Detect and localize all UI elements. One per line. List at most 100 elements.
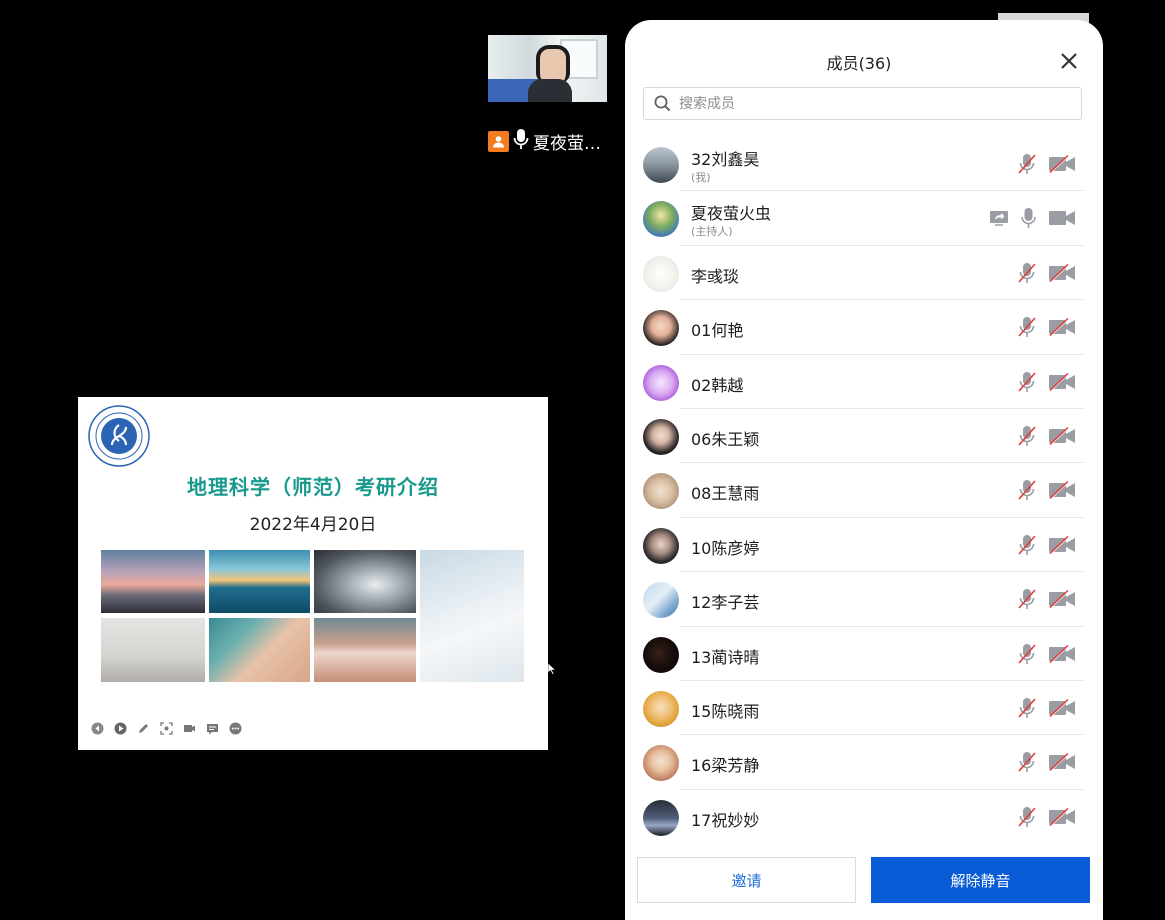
unmute-all-button[interactable]: 解除静音	[871, 857, 1090, 903]
member-row[interactable]: 17祝妙妙	[643, 790, 1084, 844]
photo-sea-sunset	[209, 550, 310, 613]
avatar	[643, 147, 679, 183]
member-status-icons	[989, 207, 1076, 229]
play-icon[interactable]	[113, 721, 127, 735]
mic-muted-icon[interactable]	[1018, 371, 1036, 393]
member-status-icons	[1018, 588, 1076, 610]
mic-muted-icon[interactable]	[1018, 697, 1036, 719]
member-row[interactable]: 12李子芸	[643, 572, 1084, 627]
camera-off-icon[interactable]	[1048, 807, 1076, 826]
member-name: 08王慧雨	[691, 484, 760, 504]
screen-share-icon	[989, 210, 1009, 227]
camera-off-icon[interactable]	[1048, 644, 1076, 663]
member-status-icons	[1018, 697, 1076, 719]
member-role: (主持人)	[691, 225, 733, 239]
pen-icon[interactable]	[136, 721, 150, 735]
search-input[interactable]	[677, 94, 1061, 113]
host-person-icon	[488, 130, 509, 152]
member-row[interactable]: 13蔺诗晴	[643, 627, 1084, 682]
camera-off-icon[interactable]	[1048, 263, 1076, 282]
camera-off-icon[interactable]	[1048, 698, 1076, 717]
mic-muted-icon[interactable]	[1018, 534, 1036, 556]
camera-off-icon[interactable]	[1048, 481, 1076, 500]
member-name: 32刘鑫昊	[691, 150, 760, 169]
video-person-head	[536, 45, 570, 83]
member-row[interactable]: 06朱王颖	[643, 409, 1084, 464]
member-row[interactable]: 16梁芳静	[643, 735, 1084, 791]
member-status-icons	[1018, 316, 1076, 338]
member-status-icons	[1018, 153, 1076, 175]
close-icon[interactable]	[1059, 51, 1079, 71]
photo-snow-peak	[314, 550, 416, 613]
avatar	[643, 310, 679, 347]
screenshot-icon[interactable]	[159, 721, 173, 735]
prev-icon[interactable]	[90, 721, 104, 735]
member-status-icons	[1018, 479, 1076, 501]
comment-icon[interactable]	[205, 721, 219, 735]
member-row[interactable]: 夏夜萤火虫 (主持人)	[643, 191, 1084, 247]
more-icon[interactable]	[228, 721, 242, 735]
avatar	[643, 582, 679, 619]
mic-muted-icon[interactable]	[1018, 262, 1036, 284]
member-name: 06朱王颖	[691, 429, 760, 449]
member-row[interactable]: 李彧琰	[643, 246, 1084, 301]
participant-label: 夏夜萤…	[488, 128, 613, 155]
slide-toolbar	[90, 721, 242, 735]
member-name: 17祝妙妙	[691, 810, 760, 830]
camera-icon[interactable]	[182, 721, 196, 735]
camera-on-icon[interactable]	[1048, 209, 1076, 227]
camera-off-icon[interactable]	[1048, 753, 1076, 772]
mic-on-icon[interactable]	[1021, 207, 1036, 229]
member-status-icons	[1018, 643, 1076, 665]
member-row[interactable]: 32刘鑫昊 (我)	[643, 137, 1084, 192]
member-name: 15陈晓雨	[691, 701, 760, 721]
search-box[interactable]	[643, 87, 1082, 120]
mic-muted-icon[interactable]	[1018, 751, 1036, 773]
mic-muted-icon[interactable]	[1018, 643, 1036, 665]
member-row[interactable]: 01何艳	[643, 300, 1084, 355]
member-name: 02韩越	[691, 375, 744, 395]
mic-muted-icon[interactable]	[1018, 806, 1036, 828]
avatar	[643, 201, 679, 238]
member-row[interactable]: 08王慧雨	[643, 463, 1084, 519]
avatar	[643, 527, 679, 564]
avatar	[643, 364, 679, 401]
member-name: 16梁芳静	[691, 756, 760, 776]
camera-off-icon[interactable]	[1048, 372, 1076, 391]
invite-button[interactable]: 邀请	[637, 857, 856, 903]
member-list: 32刘鑫昊 (我) 夏夜萤火虫 (主持人) 李彧琰 01何艳 02韩越 06朱王颖 08王慧雨…	[643, 137, 1084, 844]
member-panel: 成员(36) 32刘鑫昊 (我) 夏夜萤火虫(主持人) 李彧琰 01何艳 02韩越 06朱…	[625, 20, 1103, 920]
member-row[interactable]: 10陈彦婷	[643, 518, 1084, 573]
search-icon	[654, 95, 671, 112]
member-status-icons	[1018, 262, 1076, 284]
mic-muted-icon[interactable]	[1018, 479, 1036, 501]
member-status-icons	[1018, 371, 1076, 393]
mic-muted-icon[interactable]	[1018, 588, 1036, 610]
photo-stones	[101, 618, 205, 682]
member-status-icons	[1018, 425, 1076, 447]
member-row[interactable]: 15陈晓雨	[643, 681, 1084, 736]
mic-muted-icon[interactable]	[1018, 316, 1036, 338]
avatar	[643, 473, 679, 510]
panel-title: 成员(36)	[826, 54, 892, 73]
avatar	[643, 255, 679, 292]
photo-dusk-mountains	[101, 550, 205, 613]
member-status-icons	[1018, 806, 1076, 828]
camera-off-icon[interactable]	[1048, 426, 1076, 445]
shared-slide[interactable]: 地理科学（师范）考研介绍 2022年4月20日	[78, 397, 548, 750]
slide-title: 地理科学（师范）考研介绍	[187, 475, 439, 499]
camera-off-icon[interactable]	[1048, 590, 1076, 609]
member-status-icons	[1018, 534, 1076, 556]
university-logo	[88, 405, 150, 467]
participant-name: 夏夜萤…	[533, 133, 601, 154]
camera-off-icon[interactable]	[1048, 155, 1076, 173]
participant-video-tile[interactable]	[488, 35, 607, 102]
camera-off-icon[interactable]	[1048, 318, 1076, 337]
mic-muted-icon[interactable]	[1018, 153, 1036, 175]
mic-muted-icon[interactable]	[1018, 425, 1036, 447]
mic-on-icon	[513, 128, 529, 155]
member-role: (我)	[691, 171, 711, 184]
member-row[interactable]: 02韩越	[643, 355, 1084, 410]
member-name: 01何艳	[691, 321, 744, 341]
camera-off-icon[interactable]	[1048, 535, 1076, 554]
